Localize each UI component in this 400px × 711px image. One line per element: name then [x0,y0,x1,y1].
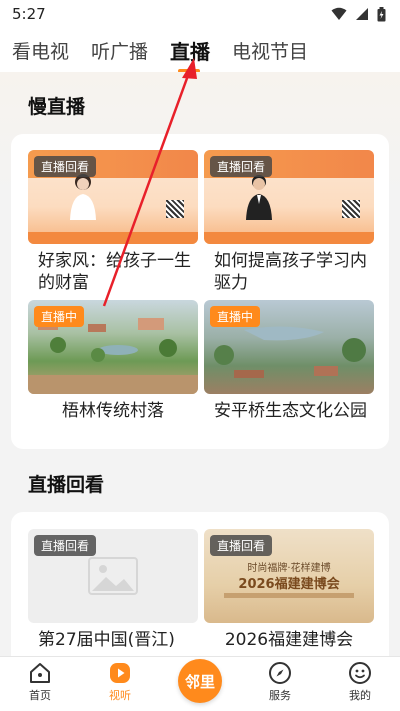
nav-home[interactable]: 首页 [5,657,75,711]
card-thumbnail: 时尚福牌·花样建博 2026福建建博会 直播回看 [204,529,374,623]
qr-code [342,200,360,218]
live-card[interactable]: 直播中 梧林传统村落 [28,300,198,440]
card-title: 好家风：给孩子一生的财富 [38,251,191,293]
presenter-image [246,175,272,220]
card-thumbnail: 直播回看 [28,529,198,623]
status-badge: 直播回看 [210,156,273,177]
card-title: 2026福建建博会 [224,630,354,650]
top-tabs: 看电视 听广播 直播 电视节目 [0,28,400,73]
nav-label: 视听 [109,689,131,702]
status-badge: 直播中 [34,306,85,327]
card-thumbnail: 直播中 [204,300,374,394]
nav-label: 我的 [349,689,371,702]
neighborhood-button[interactable]: 邻里 [178,659,222,703]
profile-icon [349,662,371,684]
live-card[interactable]: 直播回看 好家风：给孩子一生的财富 [28,150,198,293]
status-icons [331,6,386,22]
slow-live-panel: 直播回看 好家风：给孩子一生的财富 直播回看 如何提高孩子学习内驱力 直播中 梧… [11,134,389,449]
replay-card[interactable]: 直播回看 第27届中国(晋江) [28,529,198,656]
live-card[interactable]: 直播中 安平桥生态文化公园 [204,300,374,440]
live-card[interactable]: 直播回看 如何提高孩子学习内驱力 [204,150,374,293]
status-badge: 直播回看 [210,535,273,556]
status-bar: 5:27 [0,0,400,28]
play-icon [110,663,130,683]
card-title: 安平桥生态文化公园 [214,401,367,421]
poster-headline: 2026福建建博会 [238,577,340,592]
poster-tagline: 时尚福牌·花样建博 [247,563,331,574]
wifi-icon [331,7,347,20]
tab-watch-tv[interactable]: 看电视 [12,37,69,64]
section-title-replay: 直播回看 [28,474,105,496]
tab-radio[interactable]: 听广播 [91,37,148,64]
card-title: 梧林传统村落 [62,401,164,421]
status-time: 5:27 [12,5,46,23]
card-thumbnail: 直播回看 [204,150,374,244]
status-badge: 直播回看 [34,156,97,177]
nav-label: 服务 [269,689,291,702]
image-placeholder-icon [88,557,138,595]
poster-footer [28,232,198,244]
nav-profile[interactable]: 我的 [325,657,395,711]
section-title-slow-live: 慢直播 [28,96,86,118]
status-badge: 直播中 [210,306,261,327]
tab-live[interactable]: 直播 [170,36,210,73]
battery-icon [377,6,386,21]
card-title: 第27届中国(晋江) [38,630,175,650]
card-thumbnail: 直播回看 [28,150,198,244]
nav-label: 首页 [29,689,51,702]
replay-card[interactable]: 时尚福牌·花样建博 2026福建建博会 直播回看 2026福建建博会 [204,529,374,656]
poster-divider [224,593,354,598]
card-title: 如何提高孩子学习内驱力 [214,251,367,293]
main-content[interactable]: 慢直播 直播回看 好家风：给孩子一生的财富 直播回看 如何提高孩子学习内驱力 直… [0,72,400,656]
signal-icon [356,8,368,20]
presenter-image [70,174,96,220]
status-badge: 直播回看 [34,535,97,556]
tab-tv-programs[interactable]: 电视节目 [232,37,308,64]
poster-footer [204,232,374,244]
nav-audio-video[interactable]: 视听 [85,657,155,711]
replay-panel: 直播回看 第27届中国(晋江) 时尚福牌·花样建博 2026福建建博会 直播回看… [11,512,389,656]
bottom-nav: 首页 视听 邻里 服务 我的 [0,656,400,711]
home-icon [30,663,50,683]
nav-services[interactable]: 服务 [245,657,315,711]
compass-icon [269,662,291,684]
qr-code [166,200,184,218]
card-thumbnail: 直播中 [28,300,198,394]
